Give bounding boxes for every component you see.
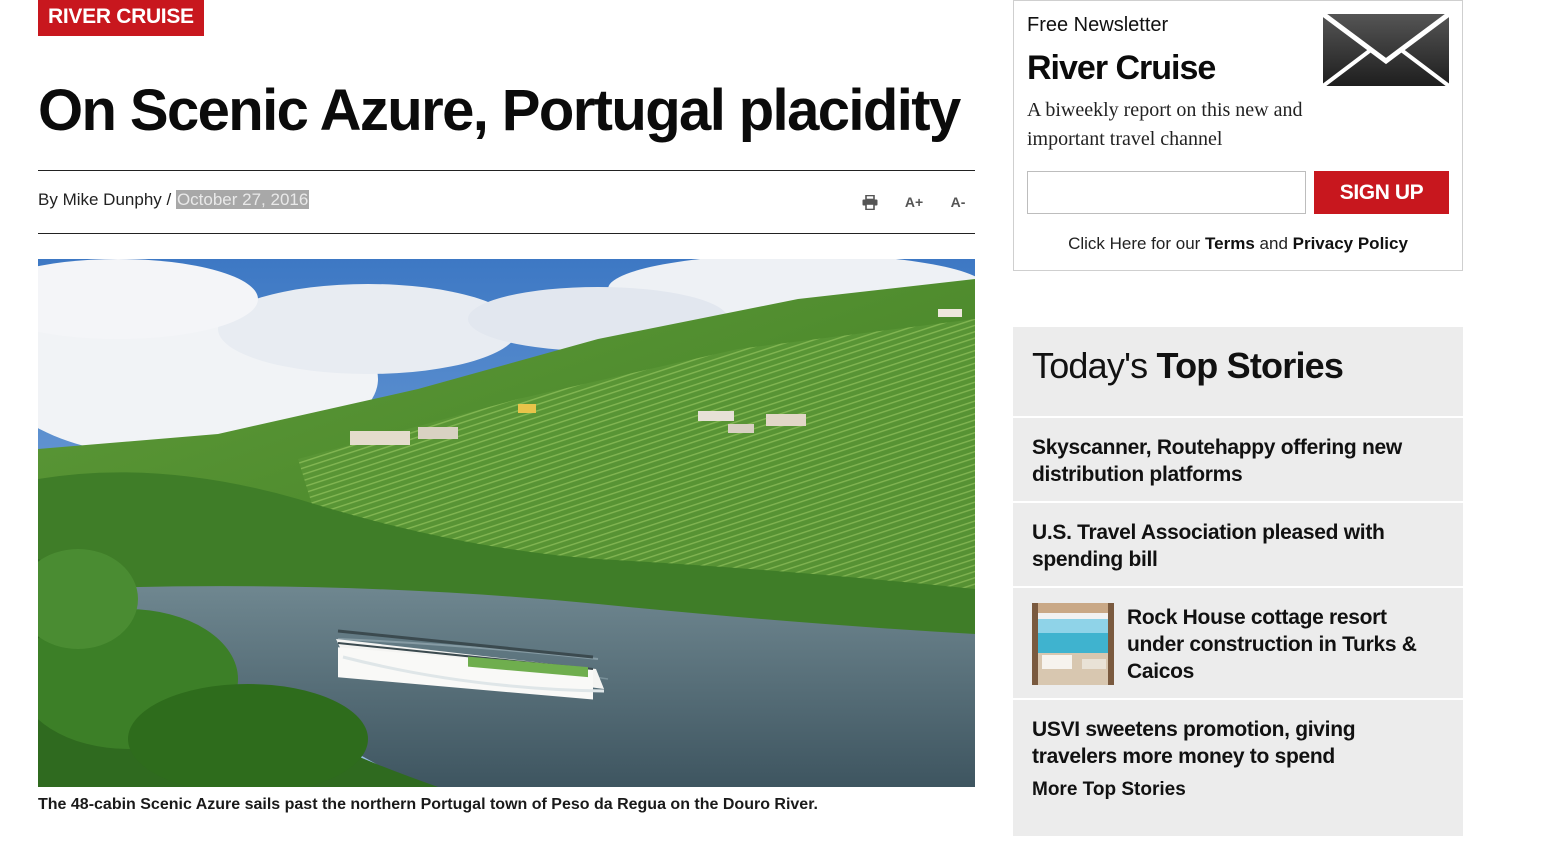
top-story-item[interactable]: Skyscanner, Routehappy offering new dist… xyxy=(1013,418,1463,503)
image-caption: The 48-cabin Scenic Azure sails past the… xyxy=(38,796,818,813)
byline-bottom-divider xyxy=(38,233,975,234)
privacy-policy-link[interactable]: Privacy Policy xyxy=(1293,234,1408,253)
newsletter-title: River Cruise xyxy=(1027,49,1216,87)
newsletter-description: A biweekly report on this new and import… xyxy=(1027,99,1303,150)
byline-prefix: By xyxy=(38,190,63,209)
newsletter-kicker: Free Newsletter xyxy=(1027,14,1169,36)
publish-date: October 27, 2016 xyxy=(175,190,310,209)
top-story-item[interactable]: Rock House cottage resort under construc… xyxy=(1013,588,1463,700)
newsletter-email-input[interactable] xyxy=(1027,171,1306,214)
article-tools: A+ A- xyxy=(848,190,980,214)
increase-font-button[interactable]: A+ xyxy=(892,190,936,214)
more-top-stories-link[interactable]: More Top Stories xyxy=(1013,779,1463,801)
top-stories-header-bold: Top Stories xyxy=(1156,345,1344,386)
decrease-font-button[interactable]: A- xyxy=(936,190,980,214)
top-story-title[interactable]: U.S. Travel Association pleased with spe… xyxy=(1032,519,1444,573)
top-stories-header-light: Today's xyxy=(1032,345,1157,386)
print-button[interactable] xyxy=(848,190,892,214)
print-icon xyxy=(862,194,878,210)
author-link[interactable]: Mike Dunphy xyxy=(63,190,162,209)
category-tag[interactable]: RIVER CRUISE xyxy=(38,0,204,36)
legal-prefix: Click Here for our xyxy=(1068,234,1206,253)
legal-and: and xyxy=(1254,234,1293,253)
byline-separator: / xyxy=(161,190,176,209)
newsletter-legal: Click Here for our Terms and Privacy Pol… xyxy=(1014,234,1462,254)
signup-button[interactable]: SIGN UP xyxy=(1314,171,1449,214)
top-story-title[interactable]: Rock House cottage resort under construc… xyxy=(1127,604,1444,685)
newsletter-signup-box: Free Newsletter River Cruise A biweekly … xyxy=(1013,0,1463,271)
top-story-item[interactable]: USVI sweetens promotion, giving traveler… xyxy=(1013,700,1463,779)
top-story-item[interactable]: U.S. Travel Association pleased with spe… xyxy=(1013,503,1463,588)
terms-link[interactable]: Terms xyxy=(1205,234,1255,253)
envelope-icon xyxy=(1321,11,1451,92)
top-story-title[interactable]: USVI sweetens promotion, giving traveler… xyxy=(1032,716,1444,770)
top-stories-header: Today's Top Stories xyxy=(1013,327,1463,418)
hero-image xyxy=(38,259,975,787)
byline-top-divider xyxy=(38,170,975,171)
top-story-thumbnail[interactable] xyxy=(1032,603,1114,685)
top-story-title[interactable]: Skyscanner, Routehappy offering new dist… xyxy=(1032,434,1444,488)
article-headline: On Scenic Azure, Portugal placidity xyxy=(38,78,961,143)
top-stories-panel: Today's Top Stories Skyscanner, Routehap… xyxy=(1013,327,1463,836)
byline: By Mike Dunphy / October 27, 2016 xyxy=(38,190,310,210)
